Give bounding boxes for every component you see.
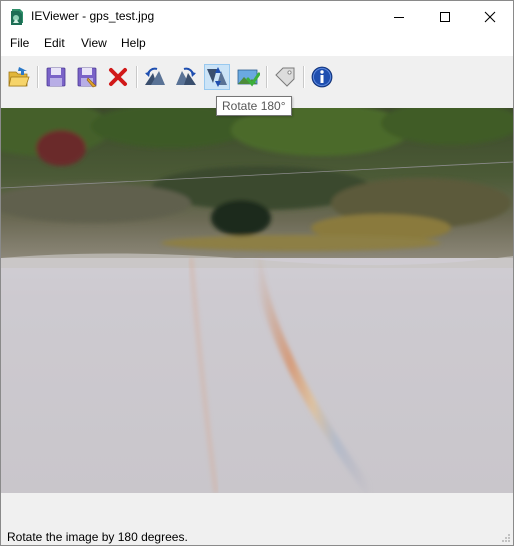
toolbar-separator [136,66,138,88]
delete-button[interactable] [105,64,131,90]
minimize-button[interactable] [376,1,422,32]
apply-image-button[interactable] [235,64,261,90]
toolbar-separator [303,66,305,88]
tooltip: Rotate 180° [216,96,292,116]
app-icon [9,7,26,26]
minimize-icon [394,16,404,18]
resize-grip-icon[interactable] [501,533,511,543]
menu-help[interactable]: Help [119,35,148,51]
menu-view[interactable]: View [79,35,109,51]
window-title: IEViewer - gps_test.jpg [31,9,155,23]
rotate-left-icon [145,67,165,85]
app-window: IEViewer - gps_test.jpg File Edit View H… [0,0,514,546]
info-icon [311,66,333,88]
rotate-right-button[interactable] [173,64,199,90]
apply-image-icon [237,69,260,87]
status-text: Rotate the image by 180 degrees. [7,530,188,544]
rotate-180-button[interactable] [204,64,230,90]
save-button[interactable] [43,64,69,90]
menu-bar: File Edit View Help [1,32,513,56]
open-folder-icon [8,67,30,87]
tag-icon [275,67,295,87]
delete-icon [109,68,127,86]
close-icon [484,11,496,22]
photo [1,108,513,493]
tag-button[interactable] [272,64,298,90]
rotate-180-icon [207,67,227,87]
rotate-left-button[interactable] [142,64,168,90]
close-button[interactable] [467,1,513,32]
status-bar: Rotate the image by 180 degrees. [1,493,513,545]
info-button[interactable] [309,64,335,90]
image-view[interactable] [1,108,513,493]
toolbar-separator [266,66,268,88]
toolbar-separator [37,66,39,88]
rotate-right-icon [176,67,196,85]
menu-edit[interactable]: Edit [42,35,67,51]
maximize-icon [440,11,450,22]
menu-file[interactable]: File [8,35,31,51]
maximize-button[interactable] [422,1,468,32]
open-button[interactable] [6,64,32,90]
save-icon [46,67,66,87]
save-as-icon [77,67,97,88]
title-bar[interactable]: IEViewer - gps_test.jpg [1,1,513,32]
save-as-button[interactable] [74,64,100,90]
